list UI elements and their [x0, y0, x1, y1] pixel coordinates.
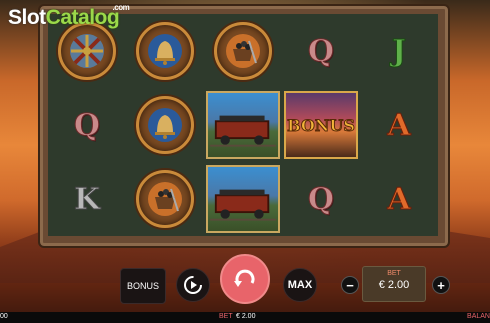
- train-icon: [206, 91, 280, 159]
- reel5-row2: A: [360, 88, 438, 162]
- status-bar: 00 BET € 2.00 BALAN: [0, 312, 490, 323]
- spin-button[interactable]: [220, 254, 270, 304]
- logo-catalog: Catalog: [45, 6, 120, 29]
- spin-icon: [234, 269, 255, 287]
- autoplay-button[interactable]: [176, 268, 210, 302]
- max-bet-button[interactable]: MAX: [283, 268, 317, 302]
- bonus-symbol-text: BONUS: [287, 115, 356, 135]
- increase-bet-button[interactable]: +: [432, 276, 450, 294]
- status-bet-label: BET: [219, 313, 233, 320]
- reel2-row2: [126, 88, 204, 162]
- reel1-row3: K: [48, 162, 126, 236]
- symbol-j: J: [391, 33, 407, 69]
- reel2-row3: [126, 162, 204, 236]
- reel4-row2: BONUS: [282, 88, 360, 162]
- reel3-row1: [204, 14, 282, 88]
- decrease-bet-button[interactable]: −: [341, 276, 359, 294]
- reel4-row3: Q: [282, 162, 360, 236]
- symbol-q: Q: [307, 181, 335, 217]
- reel-grid: Q J Q BONUS A K Q A: [48, 14, 438, 236]
- bonus-buy-button[interactable]: BONUS: [120, 268, 166, 304]
- reel3-row2: [204, 88, 282, 162]
- symbol-a: A: [387, 107, 411, 143]
- control-panel: BONUS MAX − BET € 2.00 +: [0, 254, 490, 304]
- status-balance-label: BALAN: [467, 313, 490, 320]
- autoplay-icon: [184, 276, 202, 294]
- bet-label: BET: [387, 270, 401, 277]
- symbol-q: Q: [307, 33, 335, 69]
- logo-com: .com: [112, 3, 130, 12]
- reel3-row3: [204, 162, 282, 236]
- bet-value: € 2.00: [378, 279, 410, 291]
- ore-cart-icon: [136, 170, 194, 228]
- bonus-symbol: BONUS: [284, 91, 358, 159]
- wheel-icon: [58, 22, 116, 80]
- bet-display: BET € 2.00: [362, 266, 426, 302]
- status-bet-value: € 2.00: [236, 313, 256, 320]
- status-left-value: 00: [0, 313, 8, 320]
- reel5-row3: A: [360, 162, 438, 236]
- symbol-k: K: [73, 181, 101, 217]
- bell-icon: [136, 22, 194, 80]
- symbol-a: A: [387, 181, 411, 217]
- watermark-logo: SlotCatalog .com: [8, 3, 130, 30]
- ore-cart-icon: [214, 22, 272, 80]
- reel5-row1: J: [360, 14, 438, 88]
- logo-slot: Slot: [8, 6, 46, 29]
- reels-frame: Q J Q BONUS A K Q A: [38, 4, 450, 248]
- symbol-q: Q: [73, 107, 101, 143]
- reel4-row1: Q: [282, 14, 360, 88]
- reel1-row2: Q: [48, 88, 126, 162]
- bell-icon: [136, 96, 194, 154]
- reel2-row1: [126, 14, 204, 88]
- train-icon: [206, 165, 280, 233]
